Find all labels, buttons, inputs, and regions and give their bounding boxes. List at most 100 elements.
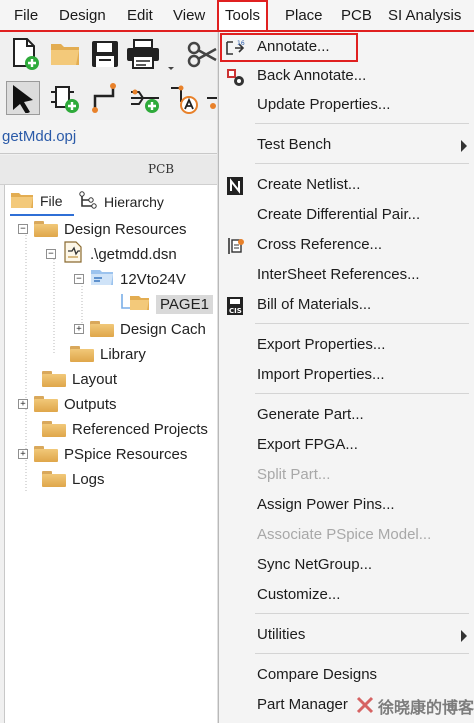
tree-item-design-resources[interactable]: − Design Resources bbox=[18, 218, 187, 240]
menu-item-create-differential-pair[interactable]: Create Differential Pair... bbox=[219, 202, 474, 230]
cut-icon[interactable] bbox=[186, 37, 218, 71]
menu-bar: File Design Edit View Tools Place PCB SI… bbox=[0, 0, 474, 32]
menu-item-label: Cross Reference... bbox=[257, 236, 383, 253]
menu-file[interactable]: File bbox=[14, 0, 38, 32]
tree-item-label: Referenced Projects bbox=[72, 420, 208, 438]
menu-item-test-bench[interactable]: Test Bench bbox=[219, 132, 474, 160]
menu-item-intersheet-references[interactable]: InterSheet References... bbox=[219, 262, 474, 290]
menu-item-label: Associate PSpice Model... bbox=[257, 526, 432, 543]
tree-item-pspice-resources[interactable]: + PSpice Resources bbox=[18, 443, 187, 465]
folder-icon bbox=[42, 371, 66, 387]
menu-item-label: Bill of Materials... bbox=[257, 296, 372, 313]
save-icon[interactable] bbox=[88, 37, 122, 71]
tree-item-logs[interactable]: Logs bbox=[42, 468, 105, 490]
menu-item-label: Export FPGA... bbox=[257, 436, 358, 453]
new-document-icon[interactable] bbox=[8, 37, 42, 71]
menu-item-update-properties[interactable]: Update Properties... bbox=[219, 92, 474, 120]
schematic-file-icon bbox=[62, 241, 84, 267]
menu-item-import-properties[interactable]: Import Properties... bbox=[219, 362, 474, 390]
project-pane-header: PCB bbox=[0, 155, 218, 185]
menu-item-label: Export Properties... bbox=[257, 336, 386, 353]
place-wire-icon[interactable] bbox=[88, 81, 122, 115]
project-tab-label: getMdd.opj bbox=[2, 128, 77, 145]
menu-item-sync-netgroup[interactable]: Sync NetGroup... bbox=[219, 552, 474, 580]
tree-item-label: Outputs bbox=[64, 395, 117, 413]
menu-item-cross-reference[interactable]: Cross Reference... bbox=[219, 232, 474, 260]
tree-expand-icon[interactable]: + bbox=[18, 399, 28, 409]
menu-item-utilities[interactable]: Utilities bbox=[219, 622, 474, 650]
open-folder-icon[interactable] bbox=[48, 37, 82, 71]
menu-item-assign-power-pins[interactable]: Assign Power Pins... bbox=[219, 492, 474, 520]
submenu-arrow-icon bbox=[461, 140, 467, 152]
folder-icon bbox=[34, 221, 58, 237]
project-tab[interactable]: getMdd.opj bbox=[0, 120, 218, 154]
watermark-text: 徐晓康的博客 bbox=[378, 700, 474, 717]
folder-icon bbox=[90, 321, 114, 337]
tab-file-label: File bbox=[40, 193, 63, 209]
hierarchy-icon bbox=[78, 190, 98, 214]
tab-file[interactable]: File bbox=[10, 188, 74, 216]
tree-item-page[interactable]: PAGE1 bbox=[120, 293, 213, 315]
menu-item-label: Assign Power Pins... bbox=[257, 496, 395, 513]
menu-item-customize[interactable]: Customize... bbox=[219, 582, 474, 610]
menu-separator bbox=[255, 653, 469, 654]
tree-item-design-cache[interactable]: + Design Cach bbox=[74, 318, 206, 340]
menu-item-label: InterSheet References... bbox=[257, 266, 420, 283]
menu-item-export-fpga[interactable]: Export FPGA... bbox=[219, 432, 474, 460]
menu-item-label: Customize... bbox=[257, 586, 341, 603]
menu-item-export-properties[interactable]: Export Properties... bbox=[219, 332, 474, 360]
tab-hierarchy[interactable]: Hierarchy bbox=[78, 188, 188, 216]
tree-item-label: 12Vto24V bbox=[120, 270, 186, 288]
menu-item-label: Import Properties... bbox=[257, 366, 385, 383]
print-icon[interactable] bbox=[126, 37, 160, 71]
tree-expand-icon[interactable]: + bbox=[18, 449, 28, 459]
menu-tools[interactable]: Tools bbox=[217, 0, 269, 32]
schematic-folder-icon bbox=[90, 267, 114, 291]
menu-si-analysis[interactable]: SI Analysis bbox=[388, 0, 461, 32]
place-part-icon[interactable] bbox=[48, 81, 82, 115]
place-net-group-icon[interactable] bbox=[128, 81, 162, 115]
tree-item-schematic-folder[interactable]: − 12Vto24V bbox=[74, 268, 186, 290]
menu-design[interactable]: Design bbox=[59, 0, 106, 32]
tree-collapse-icon[interactable]: − bbox=[18, 224, 28, 234]
menu-item-create-netlist[interactable]: Create Netlist... bbox=[219, 172, 474, 200]
menu-item-label: Part Manager bbox=[257, 696, 348, 713]
tree-item-label: PSpice Resources bbox=[64, 445, 188, 463]
menu-separator bbox=[255, 613, 469, 614]
tab-hierarchy-label: Hierarchy bbox=[104, 194, 164, 210]
menu-separator bbox=[255, 323, 469, 324]
select-arrow-icon[interactable] bbox=[6, 81, 40, 115]
place-net-alias-icon[interactable] bbox=[168, 81, 202, 115]
menu-item-label: Utilities bbox=[257, 626, 306, 643]
menu-item-generate-part[interactable]: Generate Part... bbox=[219, 402, 474, 430]
tree-item-label: Design Resources bbox=[64, 220, 187, 238]
menu-item-back-annotate[interactable]: Back Annotate... bbox=[219, 63, 474, 91]
tree-item-outputs[interactable]: + Outputs bbox=[18, 393, 117, 415]
schematic-page-icon bbox=[120, 292, 150, 316]
menu-view[interactable]: View bbox=[173, 0, 205, 32]
tree-item-library[interactable]: Library bbox=[70, 343, 146, 365]
menu-place[interactable]: Place bbox=[285, 0, 323, 32]
menu-item-label: Split Part... bbox=[257, 466, 331, 483]
folder-icon bbox=[34, 446, 58, 462]
menu-item-label: Back Annotate... bbox=[257, 67, 367, 84]
menu-edit[interactable]: Edit bbox=[127, 0, 153, 32]
menu-item-bill-of-materials[interactable]: CIS Bill of Materials... bbox=[219, 292, 474, 320]
tree-item-design-file[interactable]: − .\getmdd.dsn bbox=[46, 241, 177, 267]
tree-item-referenced-projects[interactable]: Referenced Projects bbox=[42, 418, 208, 440]
menu-item-label: Generate Part... bbox=[257, 406, 364, 423]
toolbar-overflow-icon[interactable] bbox=[166, 39, 176, 73]
tree-item-label: Logs bbox=[72, 470, 105, 488]
tree-collapse-icon[interactable]: − bbox=[74, 274, 84, 284]
tree-collapse-icon[interactable]: − bbox=[46, 249, 56, 259]
menu-item-compare-designs[interactable]: Compare Designs bbox=[219, 662, 474, 690]
tree-expand-icon[interactable]: + bbox=[74, 324, 84, 334]
menu-item-label: Compare Designs bbox=[257, 666, 378, 683]
menu-pcb[interactable]: PCB bbox=[341, 0, 372, 32]
menu-item-label: Sync NetGroup... bbox=[257, 556, 373, 573]
tree-item-label: PAGE1 bbox=[156, 294, 213, 314]
back-annotate-icon bbox=[225, 67, 245, 87]
place-bus-icon[interactable] bbox=[204, 81, 218, 115]
tree-item-label: Design Cach bbox=[120, 320, 206, 338]
tree-item-layout[interactable]: Layout bbox=[42, 368, 117, 390]
